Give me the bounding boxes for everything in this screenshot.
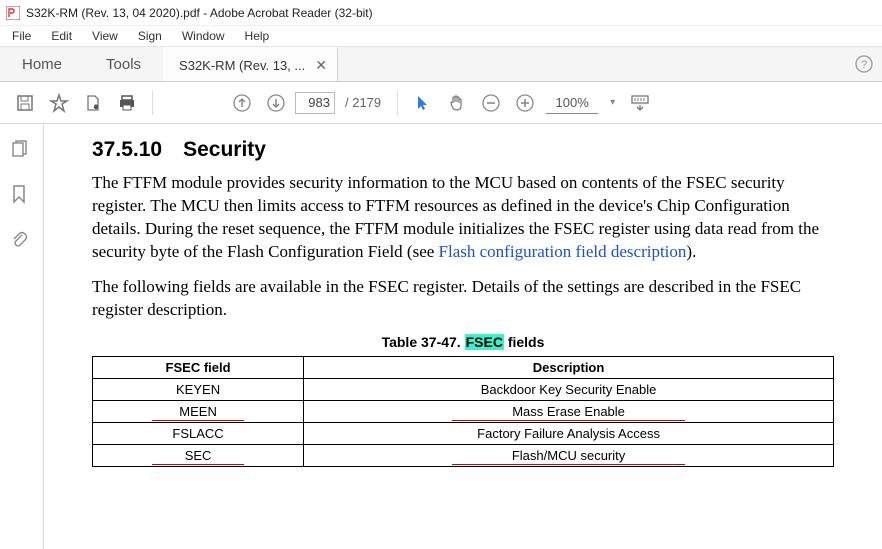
tab-home[interactable]: Home [0,47,84,81]
table-caption: Table 37-47. FSEC fields [92,334,834,350]
window-title: S32K-RM (Rev. 13, 04 2020).pdf - Adobe A… [26,6,373,20]
section-heading: 37.5.10 Security [92,138,834,162]
highlighted-text: FSEC [465,334,504,350]
page-down-icon[interactable] [261,88,291,118]
cell-desc: Mass Erase Enable [304,400,834,422]
table-row: MEENMass Erase Enable [93,400,834,422]
page-total-label: / 2179 [339,95,387,110]
th-desc: Description [304,356,834,378]
menu-window[interactable]: Window [174,27,233,45]
flash-config-link[interactable]: Flash configuration field description [439,242,687,261]
app-icon [6,6,20,20]
title-bar: S32K-RM (Rev. 13, 04 2020).pdf - Adobe A… [0,0,882,26]
pointer-icon[interactable] [408,88,438,118]
sidebar [0,124,44,549]
thumbnails-icon[interactable] [10,138,34,162]
section-number: 37.5.10 [92,138,162,161]
svg-text:?: ? [861,59,867,71]
star-icon[interactable] [44,88,74,118]
table-row: FSLACCFactory Failure Analysis Access [93,422,834,444]
keyboard-down-icon[interactable] [625,88,655,118]
document-view: 37.5.10 Security The FTFM module provide… [44,124,882,549]
zoom-level-input[interactable]: 100% [546,92,598,114]
menu-help[interactable]: Help [237,27,278,45]
fsec-table: FSEC field Description KEYENBackdoor Key… [92,356,834,467]
tab-document[interactable]: S32K-RM (Rev. 13, ... ✕ [163,47,338,81]
tab-document-label: S32K-RM (Rev. 13, ... [179,58,305,73]
help-icon[interactable]: ? [846,47,882,81]
save-icon[interactable] [10,88,40,118]
page-up-icon[interactable] [227,88,257,118]
zoom-in-icon[interactable] [510,88,540,118]
file-lock-icon[interactable] [78,88,108,118]
toolbar: / 2179 100% ▾ [0,82,882,124]
zoom-out-icon[interactable] [476,88,506,118]
table-row: KEYENBackdoor Key Security Enable [93,378,834,400]
menu-file[interactable]: File [4,27,39,45]
cell-field: FSLACC [93,422,304,444]
tab-tools[interactable]: Tools [84,47,163,81]
cell-field: KEYEN [93,378,304,400]
tab-bar: Home Tools S32K-RM (Rev. 13, ... ✕ ? [0,46,882,82]
cell-desc: Backdoor Key Security Enable [304,378,834,400]
attachment-icon[interactable] [10,230,34,254]
para1-text-b: ). [686,242,696,261]
hand-icon[interactable] [442,88,472,118]
table-row: SECFlash/MCU security [93,444,834,466]
th-field: FSEC field [93,356,304,378]
menu-bar: File Edit View Sign Window Help [0,26,882,46]
page-number-input[interactable] [295,92,335,114]
zoom-dropdown-icon[interactable]: ▾ [604,97,621,108]
menu-view[interactable]: View [84,27,126,45]
table-cap-b: fields [504,334,544,350]
cell-desc: Flash/MCU security [304,444,834,466]
bookmark-icon[interactable] [10,184,34,208]
print-icon[interactable] [112,88,142,118]
close-tab-icon[interactable]: ✕ [315,57,327,74]
cell-desc: Factory Failure Analysis Access [304,422,834,444]
menu-sign[interactable]: Sign [130,27,170,45]
cell-field: MEEN [93,400,304,422]
cell-field: SEC [93,444,304,466]
paragraph-1: The FTFM module provides security inform… [92,172,834,264]
section-title: Security [183,138,266,161]
paragraph-2: The following fields are available in th… [92,276,834,322]
table-cap-a: Table 37-47. [382,334,465,350]
menu-edit[interactable]: Edit [43,27,80,45]
